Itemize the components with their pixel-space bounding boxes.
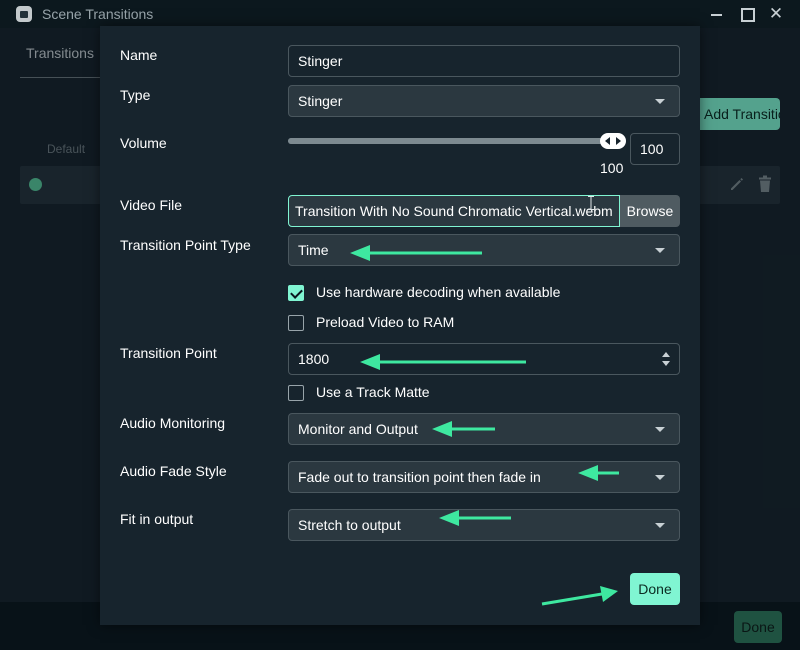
volume-number-input[interactable]: 100 xyxy=(630,133,680,165)
close-icon[interactable]: ✕ xyxy=(765,4,787,24)
transition-point-input[interactable]: 1800 xyxy=(288,343,680,375)
type-select-value: Stinger xyxy=(298,93,343,109)
audio-monitoring-value: Monitor and Output xyxy=(298,421,418,437)
audio-fade-style-select[interactable]: Fade out to transition point then fade i… xyxy=(288,461,680,493)
fit-in-output-select[interactable]: Stretch to output xyxy=(288,509,680,541)
done-button[interactable]: Done xyxy=(630,573,680,605)
chevron-down-icon xyxy=(655,427,665,432)
transition-point-value: 1800 xyxy=(298,351,330,367)
audio-monitoring-select[interactable]: Monitor and Output xyxy=(288,413,680,445)
name-input[interactable]: Stinger xyxy=(288,45,680,77)
window-title: Scene Transitions xyxy=(42,6,154,22)
transition-settings-modal: Name Stinger Type Stinger Volume 100 100… xyxy=(100,26,700,625)
text-cursor-icon xyxy=(588,196,594,210)
transition-point-type-select[interactable]: Time xyxy=(288,234,680,266)
fit-in-output-value: Stretch to output xyxy=(298,517,401,533)
transition-point-label: Transition Point xyxy=(120,345,217,361)
type-label: Type xyxy=(120,87,151,103)
volume-label: Volume xyxy=(120,135,167,151)
chevron-down-icon xyxy=(655,475,665,480)
type-select[interactable]: Stinger xyxy=(288,85,680,117)
volume-slider[interactable] xyxy=(288,138,614,144)
window-titlebar: Scene Transitions ✕ xyxy=(0,0,800,28)
volume-value-label: 100 xyxy=(600,160,624,176)
volume-slider-fill xyxy=(288,138,614,144)
chevron-down-icon xyxy=(655,248,665,253)
volume-slider-handle[interactable] xyxy=(600,133,626,149)
chevron-down-icon xyxy=(655,523,665,528)
video-file-value: Transition With No Sound Chromatic Verti… xyxy=(295,203,613,219)
hw-decoding-label: Use hardware decoding when available xyxy=(316,284,561,300)
spin-down-icon[interactable] xyxy=(662,361,670,366)
browse-button[interactable]: Browse xyxy=(620,195,680,227)
spin-up-icon[interactable] xyxy=(662,352,670,357)
name-label: Name xyxy=(120,47,158,63)
transition-point-type-label: Transition Point Type xyxy=(120,237,251,253)
minimize-icon[interactable] xyxy=(705,4,727,24)
audio-fade-style-label: Audio Fade Style xyxy=(120,463,227,479)
transition-point-type-value: Time xyxy=(298,242,329,258)
chevron-down-icon xyxy=(655,99,665,104)
audio-monitoring-label: Audio Monitoring xyxy=(120,415,226,431)
checkbox-checked-icon[interactable] xyxy=(288,285,304,301)
checkbox-unchecked-icon[interactable] xyxy=(288,385,304,401)
video-file-label: Video File xyxy=(120,197,183,213)
track-matte-label: Use a Track Matte xyxy=(316,384,430,400)
audio-fade-style-value: Fade out to transition point then fade i… xyxy=(298,469,541,485)
fit-in-output-label: Fit in output xyxy=(120,511,194,527)
preload-label: Preload Video to RAM xyxy=(316,314,455,330)
video-file-input[interactable]: Transition With No Sound Chromatic Verti… xyxy=(288,195,620,227)
app-logo-icon xyxy=(16,6,32,22)
maximize-icon[interactable] xyxy=(735,4,757,24)
checkbox-unchecked-icon[interactable] xyxy=(288,315,304,331)
